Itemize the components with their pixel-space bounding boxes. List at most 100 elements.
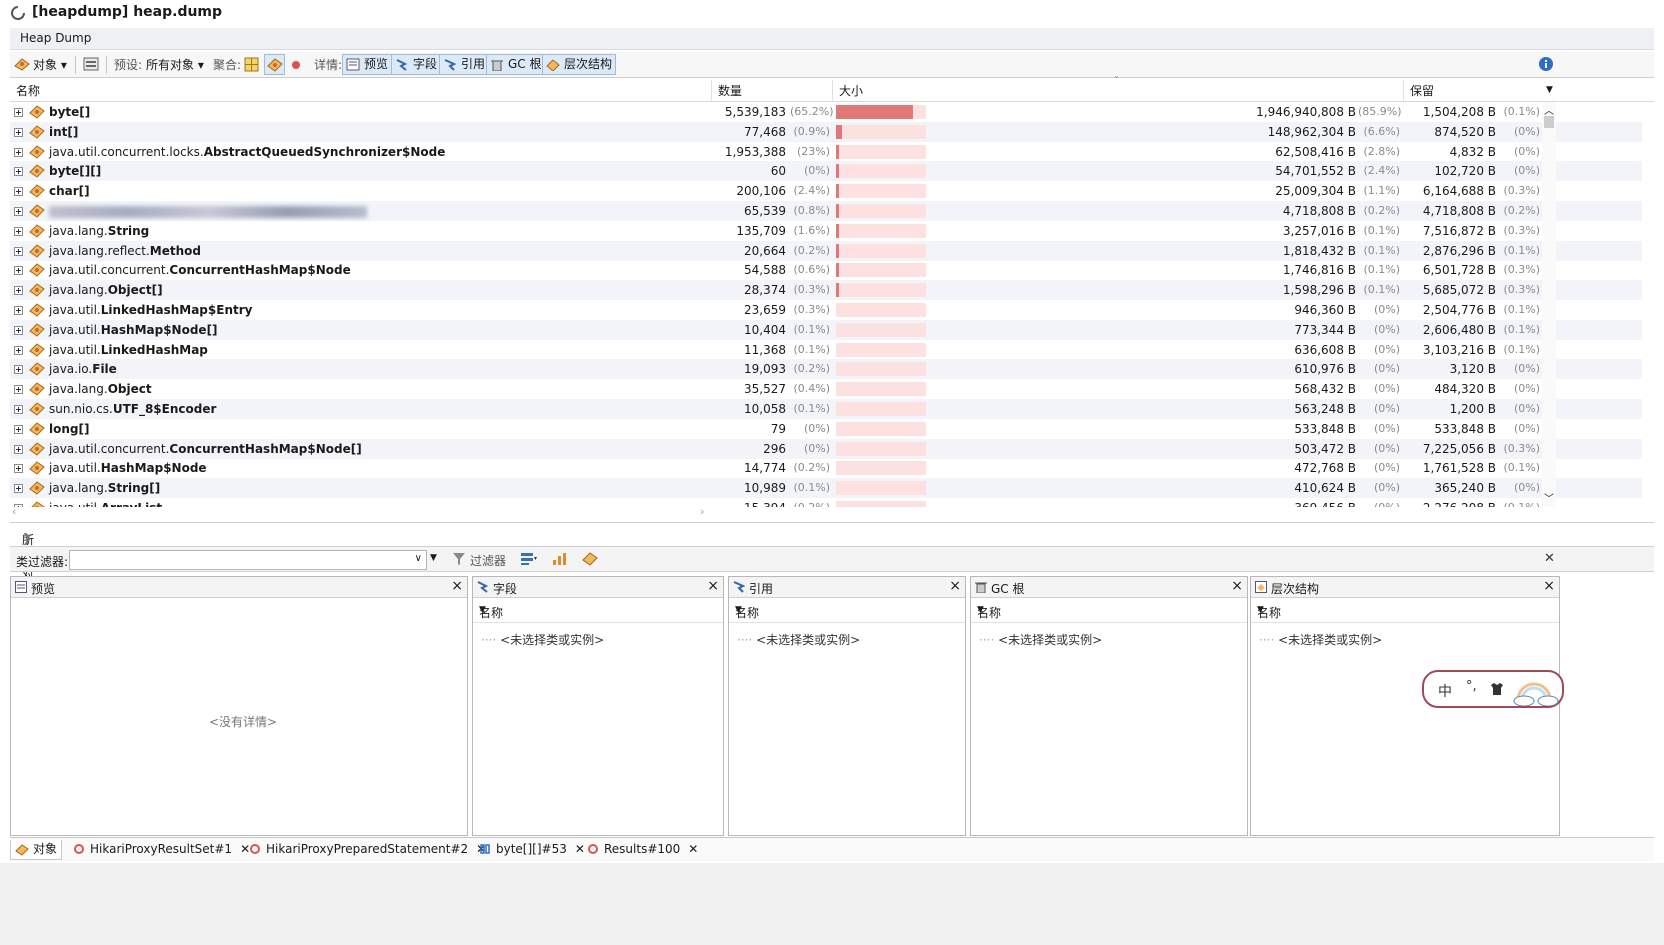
- table-row[interactable]: java.lang.String[] 10,989 (0.1%) 410,624 B (…: [10, 478, 1642, 499]
- bottom-tab-hikari-resultset[interactable]: HikariProxyResultSet#1 ✕: [68, 840, 250, 860]
- scroll-left-icon[interactable]: ‹: [12, 505, 16, 518]
- table-row[interactable]: java.util.LinkedHashMap 11,368 (0.1%) 636,6…: [10, 340, 1642, 360]
- expand-icon[interactable]: [14, 127, 23, 137]
- aggregate-package-icon[interactable]: [244, 57, 259, 72]
- preview-toggle-button[interactable]: 预览: [342, 54, 393, 75]
- class-filter-input[interactable]: ∨: [69, 550, 427, 570]
- table-row[interactable]: java.lang.Object 35,527 (0.4%) 568,432 B (0%…: [10, 379, 1642, 399]
- expand-icon[interactable]: [14, 484, 23, 494]
- expand-icon[interactable]: [14, 385, 23, 395]
- chart-icon[interactable]: [552, 552, 568, 566]
- table-row[interactable]: int[] 77,468 (0.9%) 148,962,304 B (6.6%) 874,…: [10, 121, 1642, 142]
- bottom-tab-results[interactable]: Results#100 ✕: [582, 840, 698, 860]
- fields-column-header[interactable]: 名称 ▼: [473, 599, 723, 623]
- objects-dropdown[interactable]: 对象 ▾: [33, 56, 67, 74]
- close-filter-icon[interactable]: ✕: [1544, 551, 1555, 566]
- gcroots-toggle-button[interactable]: GC 根: [486, 54, 546, 75]
- scroll-up-icon[interactable]: ︿: [1544, 102, 1554, 117]
- chevron-down-icon[interactable]: ∨: [415, 553, 422, 564]
- table-row[interactable]: java.util.concurrent.ConcurrentHashMap$N…: [10, 260, 1642, 280]
- expand-icon[interactable]: [14, 444, 23, 454]
- ime-mode-label[interactable]: 中: [1438, 681, 1452, 701]
- close-icon[interactable]: ×: [1543, 578, 1555, 594]
- fields-toggle-button[interactable]: 字段: [391, 54, 442, 75]
- table-row[interactable]: byte[][] 60 (0%) 54,701,552 B (2.4%) 102,720 …: [10, 161, 1642, 182]
- close-icon[interactable]: ×: [1231, 578, 1243, 594]
- hierarchy-column-header[interactable]: 名称 ▼: [1251, 599, 1559, 623]
- references-toggle-button[interactable]: 引用: [439, 54, 490, 75]
- expand-icon[interactable]: [14, 405, 23, 414]
- table-row[interactable]: java.util.ArrayList 15,394 (0.2%) 369,456 B…: [10, 498, 1642, 507]
- chevron-down-icon[interactable]: ▼: [479, 605, 719, 615]
- info-icon[interactable]: [1538, 56, 1554, 72]
- expand-icon[interactable]: [14, 246, 23, 256]
- table-row[interactable]: java.lang.reflect.Method 20,664 (0.2%) 1,81…: [10, 240, 1642, 261]
- vertical-scrollbar[interactable]: [1233, 625, 1245, 819]
- aggregate-class-button[interactable]: [264, 54, 285, 75]
- horizontal-scrollbar[interactable]: [1253, 821, 1545, 833]
- columns-layout-icon[interactable]: [520, 552, 538, 566]
- table-row[interactable]: java.util.HashMap$Node[] 10,404 (0.1%) 773,…: [10, 319, 1642, 340]
- hierarchy-toggle-button[interactable]: 层次结构: [542, 54, 617, 75]
- snapshot-icon[interactable]: [83, 56, 99, 72]
- expand-icon[interactable]: [14, 464, 23, 474]
- close-icon[interactable]: ×: [451, 578, 463, 594]
- expand-icon[interactable]: [14, 424, 23, 434]
- aggregate-instance-icon[interactable]: [291, 60, 301, 70]
- expand-icon[interactable]: [14, 167, 23, 177]
- scroll-down-icon[interactable]: ﹀: [1544, 490, 1554, 505]
- ime-punctuation-label[interactable]: °,: [1466, 679, 1477, 694]
- table-row[interactable]: byte[] 5,539,183 (65.2%) 1,946,940,808 B (85…: [10, 102, 1642, 122]
- column-header-name[interactable]: 名称: [10, 80, 712, 102]
- chevron-down-icon[interactable]: ▼: [977, 605, 1243, 615]
- table-vertical-scrollbar[interactable]: ︿ ﹀: [1542, 102, 1556, 507]
- table-row[interactable]: java.lang.String 135,709 (1.6%) 3,257,016 B…: [10, 221, 1642, 241]
- table-row[interactable]: java.util.LinkedHashMap$Entry 23,659 (0.3%…: [10, 300, 1642, 320]
- name-column-horizontal-scrollbar[interactable]: ‹ ›: [10, 505, 712, 519]
- preset-dropdown[interactable]: 所有对象 ▾: [146, 56, 204, 74]
- bottom-tab-hikari-preparedstatement[interactable]: HikariProxyPreparedStatement#2 ✕: [244, 840, 486, 860]
- table-row[interactable]: char[] 200,106 (2.4%) 25,009,304 B (1.1%) 6,1…: [10, 181, 1642, 201]
- scrollbar-thumb[interactable]: [1544, 116, 1554, 128]
- expand-icon[interactable]: [14, 286, 23, 296]
- vertical-scrollbar[interactable]: [709, 625, 721, 819]
- close-icon[interactable]: ×: [707, 578, 719, 594]
- expand-icon[interactable]: [14, 365, 23, 375]
- scroll-right-icon[interactable]: ›: [700, 505, 704, 518]
- horizontal-scrollbar[interactable]: [475, 821, 709, 833]
- chevron-down-icon[interactable]: ▼: [735, 605, 961, 615]
- table-row[interactable]: java.lang.Object[] 28,374 (0.3%) 1,598,296 …: [10, 280, 1642, 301]
- gcroots-column-header[interactable]: 名称 ▼: [971, 599, 1247, 623]
- column-header-count[interactable]: 数量: [712, 80, 833, 102]
- horizontal-scrollbar[interactable]: [731, 821, 951, 833]
- table-row[interactable]: sun.nio.cs.UTF_8$Encoder 10,058 (0.1%) 563,…: [10, 399, 1642, 419]
- expand-icon[interactable]: [14, 108, 23, 117]
- table-row[interactable]: long[] 79 (0%) 533,848 B (0%) 533,848 B (0%): [10, 419, 1642, 439]
- bottom-tab-byte-array[interactable]: byte[][]#53 ✕: [474, 840, 585, 860]
- ime-toolbar[interactable]: 中 °,: [1422, 670, 1564, 708]
- class-icon[interactable]: [582, 551, 598, 567]
- expand-icon[interactable]: [14, 266, 23, 276]
- table-row[interactable]: java.util.concurrent.locks.AbstractQueue…: [10, 142, 1642, 162]
- table-row[interactable]: 65,539 (0.8%) 4,718,808 B (0.2%) 4,718,808 B…: [10, 201, 1642, 221]
- bottom-tab-objects[interactable]: 对象: [10, 840, 62, 860]
- table-row[interactable]: java.util.HashMap$Node 14,774 (0.2%) 472,76…: [10, 458, 1642, 478]
- expand-icon[interactable]: [14, 207, 23, 216]
- columns-menu-icon[interactable]: ▼: [1546, 85, 1553, 95]
- vertical-scrollbar[interactable]: [1545, 625, 1557, 819]
- filter-history-dropdown[interactable]: ▼: [430, 553, 437, 563]
- horizontal-scrollbar[interactable]: [973, 821, 1233, 833]
- filter-button[interactable]: 过滤器: [470, 552, 506, 569]
- close-tab-icon[interactable]: ✕: [688, 842, 698, 856]
- heapdump-tab[interactable]: Heap Dump: [10, 28, 1654, 50]
- expand-icon[interactable]: [14, 147, 23, 157]
- column-header-retained[interactable]: 保留: [1404, 80, 1544, 102]
- vertical-scrollbar[interactable]: [951, 625, 963, 819]
- references-column-header[interactable]: 名称 ▼: [729, 599, 965, 623]
- expand-icon[interactable]: [14, 325, 23, 335]
- close-icon[interactable]: ×: [949, 578, 961, 594]
- expand-icon[interactable]: [14, 345, 23, 355]
- expand-icon[interactable]: [14, 306, 23, 315]
- table-row[interactable]: java.io.File 19,093 (0.2%) 610,976 B (0%) 3,1…: [10, 359, 1642, 380]
- table-row[interactable]: java.util.concurrent.ConcurrentHashMap$N…: [10, 438, 1642, 459]
